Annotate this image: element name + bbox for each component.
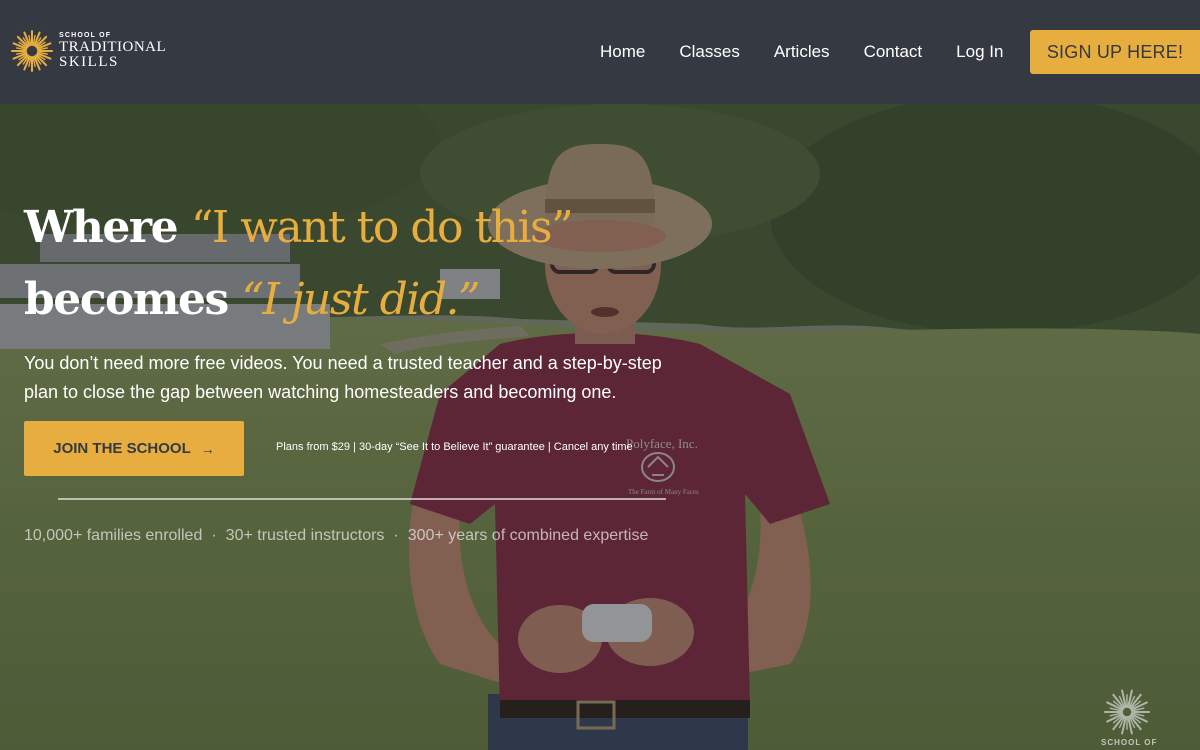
hero-section: Polyface, Inc. The Farm of Many Faces Wh… — [0, 104, 1200, 750]
headline-plain-1: Where — [24, 202, 191, 253]
nav-home-link[interactable]: Home — [600, 42, 645, 62]
site-logo[interactable]: SCHOOL OF TRADITIONAL SKILLS — [10, 28, 166, 74]
join-school-button[interactable]: JOIN THE SCHOOL → — [24, 421, 244, 476]
signup-button[interactable]: SIGN UP HERE! — [1030, 30, 1200, 74]
headline-line-2: becomes “I just did.” — [24, 264, 572, 336]
hero-stats: 10,000+ families enrolled · 30+ trusted in… — [24, 527, 648, 545]
headline-quote-2: “I just did.” — [241, 274, 481, 325]
arrow-right-icon: → — [200, 440, 215, 457]
nav-classes-link[interactable]: Classes — [679, 42, 739, 62]
headline-line-1: Where “I want to do this” — [24, 192, 574, 264]
headline-quote-1: “I want to do this” — [190, 202, 574, 253]
hero-headline: Where “I want to do this” becomes “I jus… — [24, 192, 574, 336]
watermark-text: SCHOOL OF — [1101, 738, 1158, 747]
logo-wordmark: SCHOOL OF TRADITIONAL SKILLS — [59, 32, 166, 70]
hero-subtext: You don’t need more free videos. You nee… — [24, 353, 662, 402]
nav-menu: Home Classes Articles Contact Log In — [600, 0, 1003, 104]
headline-plain-2: becomes — [24, 274, 242, 325]
stat-separator: · — [211, 527, 217, 544]
stat-families: 10,000+ families enrolled — [24, 527, 203, 544]
logo-small-text: SCHOOL OF — [59, 32, 112, 39]
nav-login-link[interactable]: Log In — [956, 42, 1003, 62]
top-nav: SCHOOL OF TRADITIONAL SKILLS Home Classe… — [0, 0, 1200, 104]
sunburst-logo-icon — [11, 30, 53, 72]
stat-separator: · — [393, 527, 399, 544]
nav-contact-link[interactable]: Contact — [864, 42, 923, 62]
nav-articles-link[interactable]: Articles — [774, 42, 830, 62]
logo-line-2: SKILLS — [59, 54, 119, 70]
divider — [58, 498, 666, 500]
pricing-note: Plans from $29 | 30-day “See It to Belie… — [276, 441, 633, 453]
stat-expertise: 300+ years of combined expertise — [407, 527, 649, 544]
logo-line-1: TRADITIONAL — [59, 39, 167, 55]
join-button-label: JOIN THE SCHOOL — [53, 440, 191, 457]
stat-instructors: 30+ trusted instructors — [225, 527, 385, 544]
